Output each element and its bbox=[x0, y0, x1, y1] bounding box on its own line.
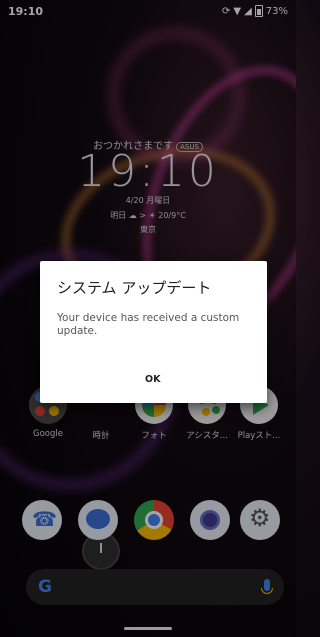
dialog-message: Your device has received a custom update… bbox=[57, 312, 240, 337]
ok-button[interactable]: OK bbox=[145, 374, 160, 385]
system-update-dialog: システム アップデート Your device has received a c… bbox=[40, 261, 267, 403]
dialog-title: システム アップデート bbox=[57, 279, 212, 297]
